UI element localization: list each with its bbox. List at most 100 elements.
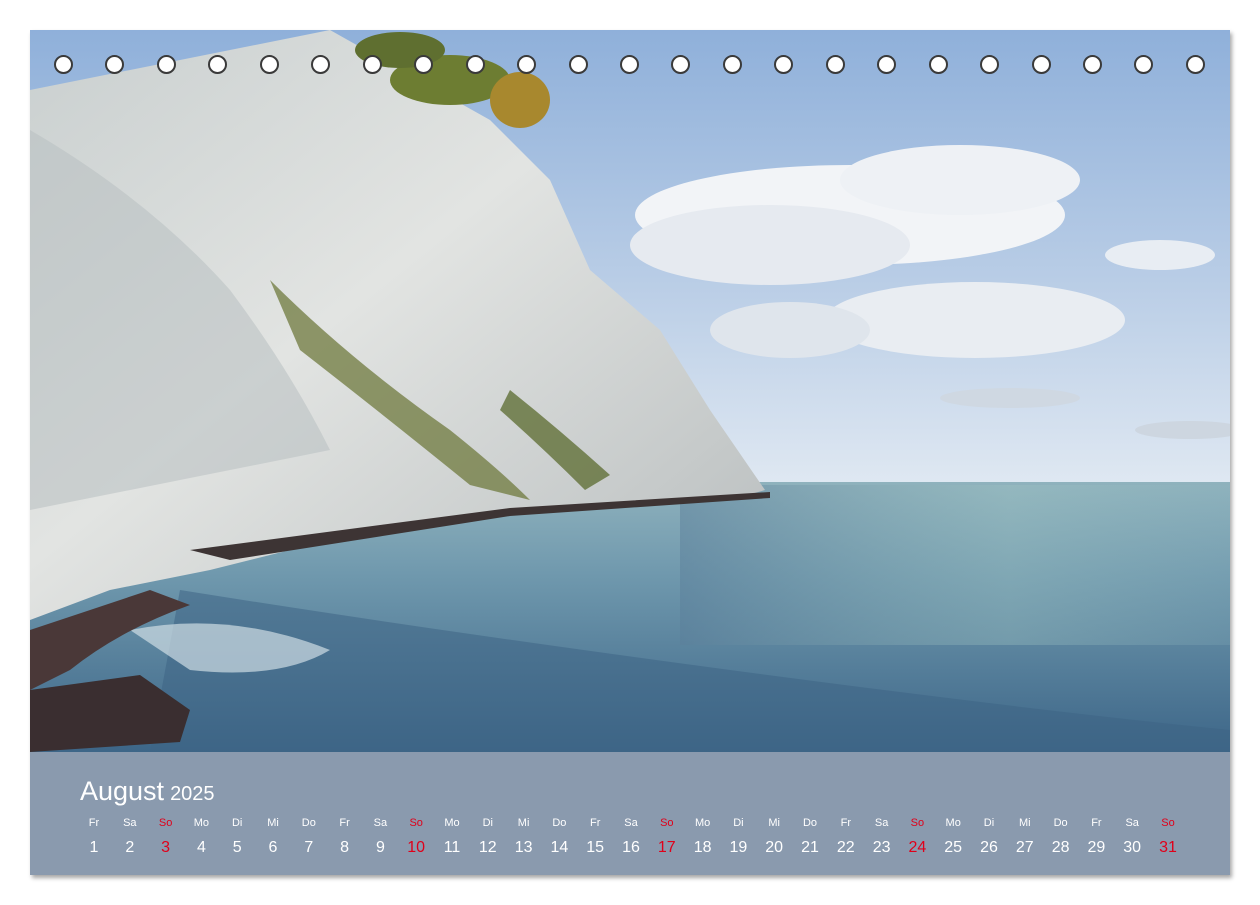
- weekday-label: Mo: [694, 817, 711, 829]
- weekday-label: Sa: [874, 817, 889, 829]
- binding-hole: [517, 55, 537, 74]
- day-cell: Fr 29: [1078, 816, 1114, 857]
- weekday-label: Fr: [1091, 817, 1102, 829]
- day-number: 27: [1015, 839, 1034, 856]
- weekday-label: So: [660, 817, 674, 829]
- binding-hole: [671, 55, 691, 74]
- day-number: 5: [232, 839, 242, 856]
- binding-hole: [1083, 55, 1102, 74]
- month-name: August: [80, 776, 165, 806]
- weekday-label: Di: [983, 817, 995, 829]
- day-number: 13: [514, 839, 533, 856]
- day-number: 23: [872, 839, 891, 856]
- binding-hole: [1185, 55, 1205, 74]
- day-number: 9: [375, 839, 385, 856]
- day-cell: Mi 20: [756, 816, 792, 857]
- weekday-label: Do: [1053, 817, 1068, 829]
- weekday-label: Sa: [624, 817, 638, 829]
- weekday-label: Mi: [768, 817, 780, 829]
- day-number: 1: [89, 839, 99, 856]
- weekday-label: So: [910, 817, 925, 829]
- day-number: 8: [340, 839, 350, 856]
- binding-hole: [208, 55, 228, 74]
- day-number: 10: [407, 839, 426, 856]
- day-cell: Mo 18: [685, 816, 721, 857]
- day-cell: Di 5: [219, 816, 255, 857]
- day-cell: Fr 22: [828, 816, 864, 857]
- day-number: 25: [944, 839, 963, 856]
- day-number: 15: [586, 839, 605, 856]
- day-number: 22: [836, 839, 855, 856]
- day-cell: Do 21: [792, 816, 828, 857]
- day-number: 7: [304, 839, 314, 856]
- day-cell: Mo 25: [935, 816, 971, 857]
- day-cell: Sa 30: [1114, 816, 1150, 857]
- binding-hole: [259, 55, 279, 74]
- weekday-label: Fr: [589, 817, 601, 829]
- month-title: August 2025: [80, 776, 215, 807]
- day-cell: Do 14: [541, 816, 577, 857]
- day-row: Fr 1 Sa 2 So 3 Mo 4 Di 5 Mi 6 Do 7 Fr 8 Sa 9 So 10 Mo 11 Di 12 M…: [76, 816, 1196, 876]
- day-cell: Sa 16: [613, 816, 649, 857]
- day-number: 19: [729, 839, 748, 856]
- year-label: 2025: [170, 783, 215, 805]
- binding-hole: [619, 55, 639, 74]
- day-cell: Mi 13: [506, 816, 542, 857]
- day-number: 18: [693, 839, 712, 856]
- day-number: 31: [1159, 839, 1177, 856]
- day-cell: So 17: [649, 816, 685, 857]
- weekday-label: Mi: [267, 817, 279, 829]
- weekday-label: So: [409, 817, 423, 829]
- weekday-label: Di: [482, 817, 493, 829]
- binding-hole: [156, 55, 176, 74]
- weekday-label: Fr: [840, 817, 851, 829]
- day-cell: Fr 15: [577, 816, 613, 857]
- day-number: 17: [657, 839, 676, 856]
- binding-hole: [825, 55, 845, 74]
- binding-holes: [30, 30, 1230, 110]
- weekday-label: Fr: [339, 817, 350, 829]
- calendar-bar: August 2025 Fr 1 Sa 2 So 3 Mo 4 Di 5 Mi 6 Do 7 Fr 8 Sa 9 So…: [30, 752, 1230, 875]
- day-cell: Di 19: [720, 816, 756, 857]
- day-cell: Mi 27: [1007, 816, 1043, 857]
- day-number: 26: [980, 839, 998, 856]
- weekday-label: Fr: [88, 817, 100, 829]
- calendar-page: August 2025 Fr 1 Sa 2 So 3 Mo 4 Di 5 Mi 6 Do 7 Fr 8 Sa 9 So…: [30, 30, 1230, 875]
- binding-hole: [414, 55, 434, 74]
- day-cell: Mo 11: [434, 816, 470, 857]
- binding-hole: [877, 55, 897, 74]
- binding-hole: [980, 55, 1000, 74]
- binding-hole: [54, 55, 73, 74]
- day-number: 11: [443, 839, 461, 856]
- weekday-label: Di: [733, 817, 744, 829]
- landscape-photo: [30, 30, 1230, 752]
- weekday-label: Mo: [193, 817, 210, 829]
- chalk-cliff-seascape-image: [30, 30, 1230, 752]
- day-cell: Di 12: [470, 816, 506, 857]
- binding-hole: [722, 55, 742, 74]
- binding-hole: [1134, 55, 1154, 74]
- binding-hole: [928, 55, 948, 74]
- weekday-label: Mi: [517, 817, 530, 829]
- weekday-label: Do: [802, 817, 818, 829]
- weekday-label: Di: [231, 817, 243, 829]
- day-number: 28: [1051, 839, 1070, 856]
- weekday-label: Mi: [1018, 817, 1031, 829]
- weekday-label: Sa: [1125, 817, 1139, 829]
- day-cell: Sa 23: [864, 816, 900, 857]
- day-number: 16: [622, 839, 640, 856]
- weekday-label: So: [158, 817, 173, 829]
- day-number: 4: [196, 839, 206, 856]
- day-cell: Mi 6: [255, 816, 291, 857]
- binding-hole: [105, 55, 125, 74]
- weekday-label: Sa: [373, 817, 388, 829]
- day-number: 30: [1123, 839, 1142, 856]
- day-number: 12: [478, 839, 497, 856]
- day-number: 14: [550, 839, 569, 856]
- day-number: 20: [765, 839, 784, 856]
- day-number: 21: [801, 839, 819, 856]
- day-cell: So 31: [1150, 816, 1186, 857]
- binding-hole: [362, 55, 382, 74]
- weekday-label: Mo: [945, 817, 961, 829]
- binding-hole: [568, 55, 588, 74]
